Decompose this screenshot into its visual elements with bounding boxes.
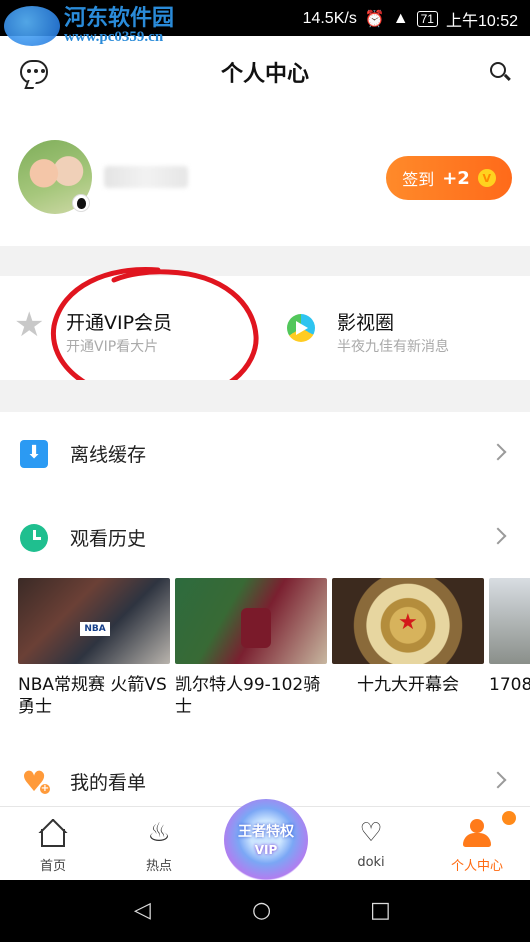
section-divider [0, 380, 530, 412]
movie-circle-subtitle: 半夜九佳有新消息 [337, 339, 449, 355]
system-nav-bar: ◁ ○ □ [0, 880, 530, 942]
recents-icon[interactable]: □ [370, 898, 391, 924]
row-history-label: 观看历史 [70, 528, 147, 550]
nav-me-label: 个人中心 [450, 859, 503, 874]
history-caption: 1708 [489, 675, 530, 695]
movie-circle-title: 影视圈 [337, 312, 395, 334]
alarm-icon: ⏰ [364, 11, 385, 28]
doki-heart-icon: ♡ [359, 818, 383, 848]
history-item[interactable]: 1708 [489, 578, 530, 696]
page-title: 个人中心 [220, 62, 309, 87]
back-icon[interactable]: ◁ [134, 898, 151, 924]
nba-logo: NBA [80, 622, 110, 636]
download-icon [20, 440, 48, 468]
checkin-label: 签到 [402, 170, 435, 189]
username-blurred[interactable] [104, 166, 188, 188]
chevron-right-icon [489, 443, 507, 461]
vip-card-title: 开通VIP会员 [66, 312, 173, 334]
checkin-button[interactable]: 签到 +2 V [386, 156, 512, 200]
clock: 上午10:52 [445, 13, 518, 30]
chevron-right-icon [489, 771, 507, 789]
nav-home-label: 首页 [39, 859, 66, 874]
row-watchlist-label: 我的看单 [70, 772, 147, 794]
notification-dot [502, 811, 516, 825]
history-thumbnail[interactable]: NBA [18, 578, 170, 664]
nav-home[interactable]: 首页 [0, 807, 106, 881]
person-icon [463, 819, 491, 847]
search-icon[interactable] [490, 62, 511, 82]
row-offline-cache[interactable]: 离线缓存 [0, 412, 530, 496]
history-thumbnail[interactable] [489, 578, 530, 664]
nav-hot[interactable]: ♨ 热点 [106, 807, 212, 881]
section-divider [0, 246, 530, 276]
v-coin-icon: V [477, 169, 496, 187]
watermark-title: 河东软件园 [64, 4, 175, 31]
page-header: 个人中心 [0, 36, 530, 108]
row-offline-label: 离线缓存 [70, 444, 147, 466]
vip-line2: VIP [254, 843, 278, 857]
nav-doki[interactable]: ♡ doki [318, 807, 424, 881]
signal-icon: ▲ [392, 10, 409, 27]
history-item[interactable]: ★ 十九大开幕会 [332, 578, 484, 696]
nav-hot-label: 热点 [145, 859, 172, 874]
star-icon: ★ [14, 305, 45, 345]
qq-icon [72, 194, 90, 212]
vip-line1: 王者特权 [238, 824, 294, 840]
vip-card[interactable]: ★ 开通VIP会员 开通VIP看大片 [0, 276, 265, 380]
history-thumbnail[interactable] [175, 578, 327, 664]
row-watch-history[interactable]: 观看历史 [0, 496, 530, 580]
home-circle-icon[interactable]: ○ [252, 898, 271, 924]
chevron-right-icon [489, 527, 507, 545]
vip-card-subtitle: 开通VIP看大片 [66, 339, 159, 355]
checkin-points: +2 [442, 167, 470, 189]
history-caption: 凯尔特人99-102骑士 [175, 675, 321, 718]
history-item[interactable]: NBA NBA常规赛 火箭VS勇士 [18, 578, 170, 718]
vip-privilege-button[interactable]: 王者特权 VIP [224, 799, 308, 881]
movie-circle-card[interactable]: 影视圈 半夜九佳有新消息 [265, 276, 530, 380]
feature-cards: ★ 开通VIP会员 开通VIP看大片 影视圈 半夜九佳有新消息 [0, 276, 530, 380]
profile-section: 签到 +2 V [0, 108, 530, 246]
nav-doki-label: doki [357, 855, 385, 870]
battery-icon: 71 [416, 11, 438, 27]
history-list[interactable]: NBA NBA常规赛 火箭VS勇士 凯尔特人99-102骑士 ★ 十九大开幕会 … [18, 578, 530, 728]
heart-plus-icon: ♥ + [20, 768, 52, 796]
fire-icon: ♨ [147, 818, 171, 848]
history-thumbnail[interactable]: ★ [332, 578, 484, 664]
status-indicators: 14.5K/s ⏰ ▲ 71 上午10:52 [303, 7, 518, 31]
history-item[interactable]: 凯尔特人99-102骑士 [175, 578, 327, 718]
bottom-nav: 首页 ♨ 热点 王者特权 VIP ♡ doki 个人中心 [0, 799, 530, 881]
network-speed: 14.5K/s [302, 10, 357, 27]
play-circle-icon [287, 314, 315, 342]
clock-icon [20, 524, 48, 552]
history-caption: 十九大开幕会 [357, 675, 459, 695]
history-caption: NBA常规赛 火箭VS勇士 [18, 675, 167, 718]
